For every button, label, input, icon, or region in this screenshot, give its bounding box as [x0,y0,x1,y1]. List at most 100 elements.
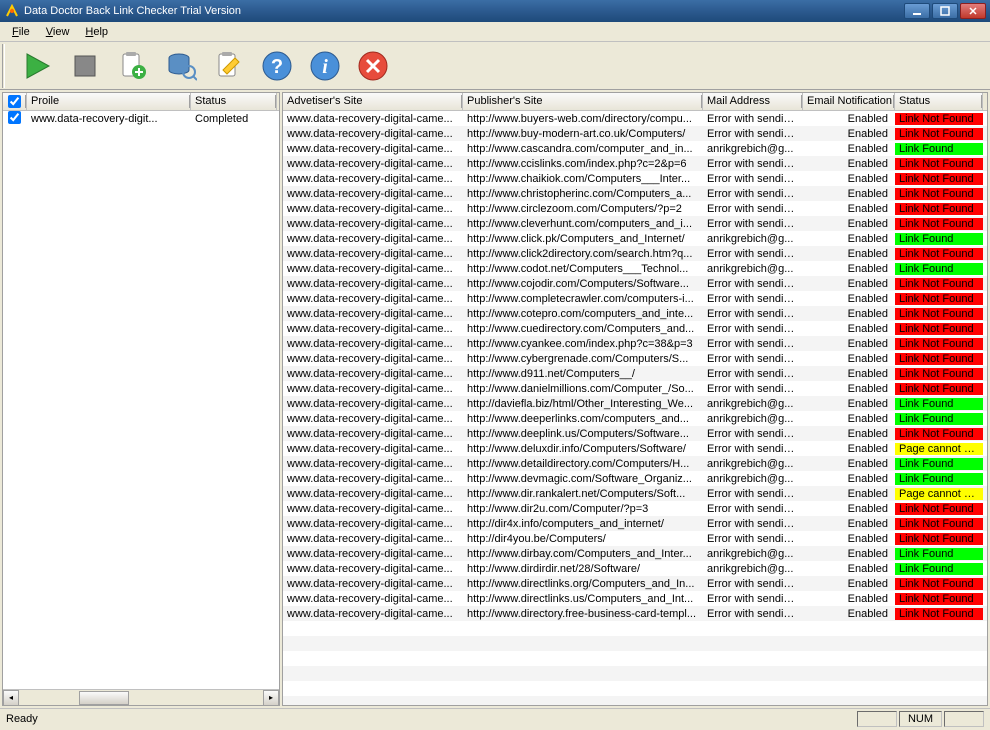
cell-publisher: http://www.deeplink.us/Computers/Softwar… [463,428,703,440]
header-publisher[interactable]: Publisher's Site [463,93,703,110]
cell-mail: Error with sending... [703,443,803,455]
result-row[interactable]: www.data-recovery-digital-came...http://… [283,141,987,156]
result-row[interactable]: www.data-recovery-digital-came...http://… [283,606,987,621]
row-checkbox[interactable] [8,111,21,124]
cell-mail: anrikgrebich@g... [703,233,803,245]
cell-mail: anrikgrebich@g... [703,458,803,470]
maximize-button[interactable] [932,3,958,19]
cell-advertiser: www.data-recovery-digital-came... [283,323,463,335]
result-row[interactable]: www.data-recovery-digital-came...http://… [283,201,987,216]
results-grid-body[interactable]: www.data-recovery-digital-came...http://… [283,111,987,705]
info-button[interactable]: i [305,46,345,86]
edit-profile-button[interactable] [209,46,249,86]
cell-mail: Error with sending... [703,278,803,290]
menu-help[interactable]: Help [77,24,116,40]
result-row[interactable]: www.data-recovery-digital-came...http://… [283,111,987,126]
cell-link-status: Link Not Found [895,188,983,200]
cell-notification: Enabled [803,458,895,470]
profile-row[interactable]: www.data-recovery-digit...Completed [3,111,279,126]
cell-advertiser: www.data-recovery-digital-came... [283,488,463,500]
result-row[interactable]: www.data-recovery-digital-came...http://… [283,156,987,171]
result-row[interactable]: www.data-recovery-digital-came...http://… [283,306,987,321]
result-row[interactable]: www.data-recovery-digital-came...http://… [283,501,987,516]
cell-mail: Error with sending... [703,338,803,350]
cell-mail: Error with sending... [703,203,803,215]
result-row[interactable]: www.data-recovery-digital-came...http://… [283,381,987,396]
stop-button[interactable] [65,46,105,86]
result-row[interactable]: www.data-recovery-digital-came...http://… [283,276,987,291]
cell-publisher: http://daviefla.biz/html/Other_Interesti… [463,398,703,410]
profile-grid-body[interactable]: www.data-recovery-digit...Completed [3,111,279,689]
result-row[interactable]: www.data-recovery-digital-came...http://… [283,471,987,486]
cell-mail: Error with sending... [703,383,803,395]
result-row[interactable]: www.data-recovery-digital-came...http://… [283,516,987,531]
row-status: Completed [191,113,277,125]
header-link-status[interactable]: Status [895,93,983,110]
result-row[interactable]: www.data-recovery-digital-came...http://… [283,171,987,186]
cancel-button[interactable] [353,46,393,86]
cell-publisher: http://www.buyers-web.com/directory/comp… [463,113,703,125]
menu-view[interactable]: View [38,24,78,40]
result-row[interactable]: www.data-recovery-digital-came...http://… [283,291,987,306]
result-row[interactable]: www.data-recovery-digital-came...http://… [283,336,987,351]
result-row[interactable]: www.data-recovery-digital-came...http://… [283,531,987,546]
result-row[interactable]: www.data-recovery-digital-came...http://… [283,426,987,441]
header-status[interactable]: Status [191,93,277,110]
header-advertiser[interactable]: Advetiser's Site [283,93,463,110]
cell-link-status: Link Not Found [895,113,983,125]
result-row[interactable]: www.data-recovery-digital-came...http://… [283,351,987,366]
status-num: NUM [899,711,942,727]
close-button[interactable] [960,3,986,19]
result-row[interactable]: www.data-recovery-digital-came...http://… [283,456,987,471]
cell-advertiser: www.data-recovery-digital-came... [283,533,463,545]
header-checkbox-col[interactable] [3,93,27,110]
result-row[interactable]: www.data-recovery-digital-came...http://… [283,216,987,231]
cell-link-status: Link Found [895,398,983,410]
cell-link-status: Link Found [895,473,983,485]
header-profile[interactable]: Proile [27,93,191,110]
result-row[interactable]: www.data-recovery-digital-came...http://… [283,576,987,591]
cell-advertiser: www.data-recovery-digital-came... [283,128,463,140]
result-row[interactable]: www.data-recovery-digital-came...http://… [283,246,987,261]
result-row[interactable]: www.data-recovery-digital-came...http://… [283,486,987,501]
cell-publisher: http://www.chaikiok.com/Computers___Inte… [463,173,703,185]
result-row[interactable]: www.data-recovery-digital-came...http://… [283,591,987,606]
result-row[interactable]: www.data-recovery-digital-came...http://… [283,321,987,336]
cell-mail: Error with sending... [703,353,803,365]
result-row[interactable]: www.data-recovery-digital-came...http://… [283,261,987,276]
row-checkbox-cell[interactable] [3,111,27,127]
cell-publisher: http://www.dir.rankalert.net/Computers/S… [463,488,703,500]
status-cell-empty [857,711,897,727]
cell-link-status: Link Not Found [895,158,983,170]
scroll-right-button[interactable]: ▸ [263,690,279,706]
play-button[interactable] [17,46,57,86]
header-mail[interactable]: Mail Address [703,93,803,110]
scroll-thumb[interactable] [79,691,129,705]
result-row[interactable]: www.data-recovery-digital-came...http://… [283,231,987,246]
cell-link-status: Link Not Found [895,128,983,140]
header-notification[interactable]: Email Notification [803,93,895,110]
result-row[interactable]: www.data-recovery-digital-came...http://… [283,396,987,411]
cell-notification: Enabled [803,503,895,515]
result-row[interactable]: www.data-recovery-digital-came...http://… [283,441,987,456]
result-row[interactable]: www.data-recovery-digital-came...http://… [283,561,987,576]
cell-mail: Error with sending... [703,578,803,590]
result-row[interactable]: www.data-recovery-digital-came...http://… [283,411,987,426]
header-checkbox[interactable] [8,95,21,108]
add-profile-button[interactable] [113,46,153,86]
result-row[interactable]: www.data-recovery-digital-came...http://… [283,366,987,381]
help-button[interactable]: ? [257,46,297,86]
horizontal-scrollbar[interactable]: ◂ ▸ [3,689,279,705]
result-row[interactable]: www.data-recovery-digital-came...http://… [283,186,987,201]
result-row[interactable]: www.data-recovery-digital-came...http://… [283,546,987,561]
cell-mail: Error with sending... [703,608,803,620]
result-row[interactable]: www.data-recovery-digital-came...http://… [283,126,987,141]
cell-advertiser: www.data-recovery-digital-came... [283,608,463,620]
menu-file[interactable]: File [4,24,38,40]
cell-advertiser: www.data-recovery-digital-came... [283,113,463,125]
window-title: Data Doctor Back Link Checker Trial Vers… [24,5,904,17]
cell-publisher: http://www.cuedirectory.com/Computers_an… [463,323,703,335]
minimize-button[interactable] [904,3,930,19]
scroll-left-button[interactable]: ◂ [3,690,19,706]
database-button[interactable] [161,46,201,86]
